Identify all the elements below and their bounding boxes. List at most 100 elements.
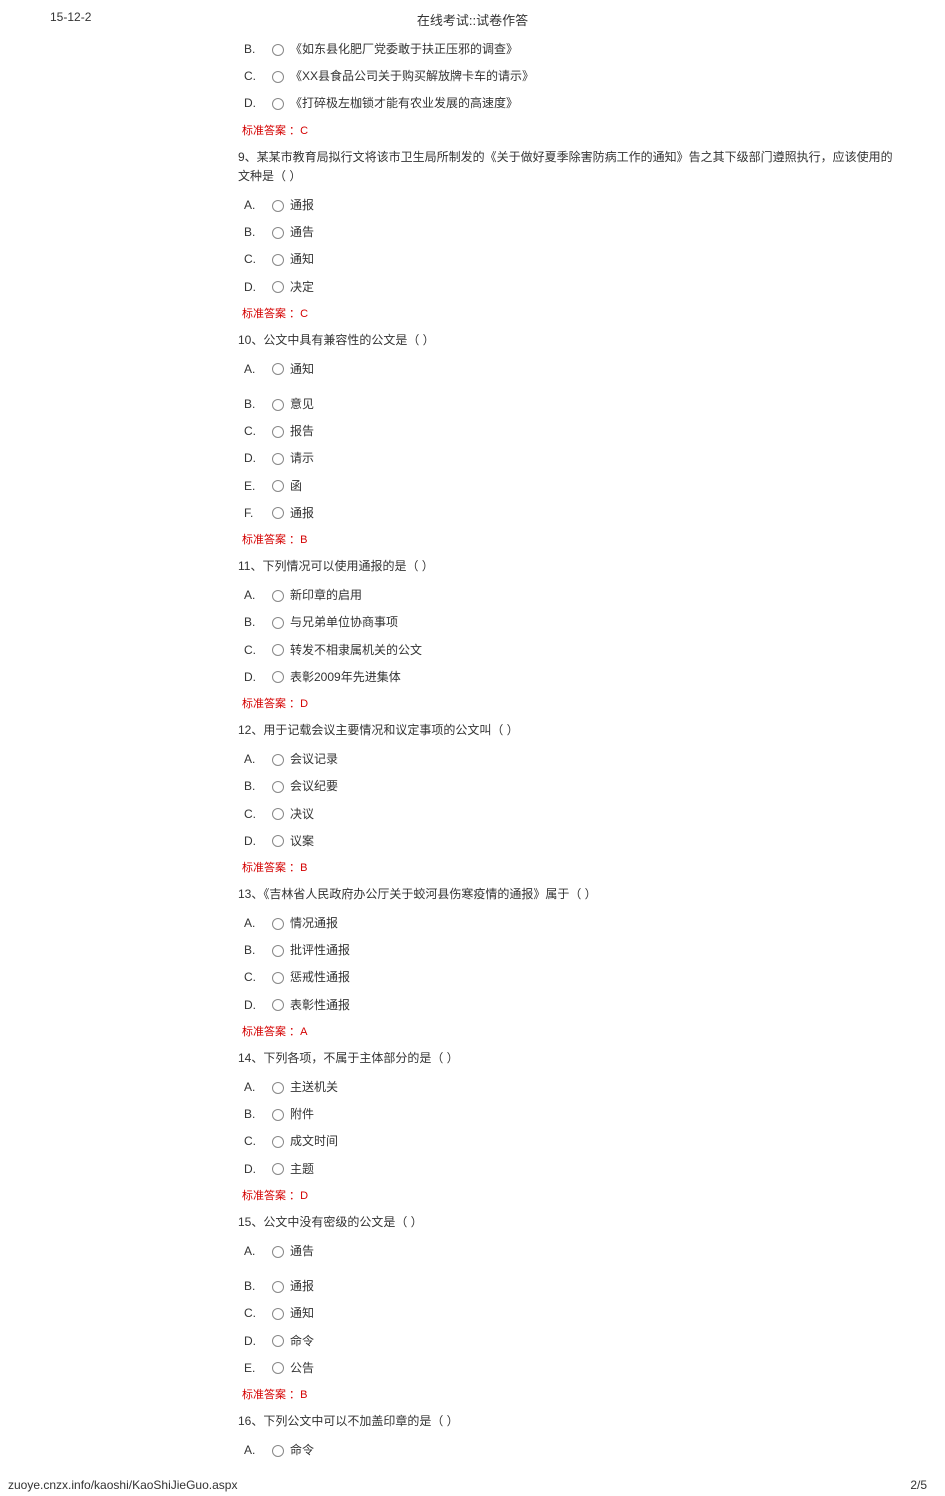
- page-title: 在线考试::试卷作答: [417, 10, 528, 29]
- option-row: C. 转发不相隶属机关的公文: [238, 637, 895, 664]
- option-radio[interactable]: [272, 98, 284, 110]
- option-radio[interactable]: [272, 200, 284, 212]
- standard-answer: 标准答案 ：C: [238, 305, 895, 321]
- question-16-options-partial: A. 命令: [238, 1437, 895, 1464]
- question-10-options: A.通知 B.意见 C.报告 D.请示 E.函 F.通报: [238, 356, 895, 527]
- option-text: 转发不相隶属机关的公文: [290, 641, 422, 660]
- option-text: 表彰性通报: [290, 996, 350, 1015]
- option-radio[interactable]: [272, 808, 284, 820]
- option-radio[interactable]: [272, 590, 284, 602]
- option-radio[interactable]: [272, 671, 284, 683]
- option-text: 通报: [290, 504, 314, 523]
- option-row: B.会议纪要: [238, 773, 895, 800]
- option-row: D.决定: [238, 274, 895, 301]
- option-text: 通报: [290, 196, 314, 215]
- option-letter: B.: [238, 941, 270, 960]
- option-letter: C.: [238, 641, 270, 660]
- option-radio[interactable]: [272, 1163, 284, 1175]
- option-row: D. 请示: [238, 445, 895, 472]
- option-letter: C.: [238, 250, 270, 269]
- option-text: 成文时间: [290, 1132, 338, 1151]
- option-radio[interactable]: [272, 781, 284, 793]
- spacer: [238, 1265, 895, 1273]
- option-text: 命令: [290, 1441, 314, 1460]
- option-text: 主题: [290, 1160, 314, 1179]
- question-13-options: A.情况通报 B.批评性通报 C.惩戒性通报 D.表彰性通报: [238, 910, 895, 1019]
- option-row: E. 函: [238, 473, 895, 500]
- option-row: A. 会议记录: [238, 746, 895, 773]
- option-letter: B.: [238, 1277, 270, 1296]
- option-letter: B.: [238, 223, 270, 242]
- option-radio[interactable]: [272, 426, 284, 438]
- option-letter: D.: [238, 1160, 270, 1179]
- option-radio[interactable]: [272, 1445, 284, 1457]
- option-radio[interactable]: [272, 918, 284, 930]
- option-radio[interactable]: [272, 363, 284, 375]
- option-text: 函: [290, 477, 302, 496]
- standard-answer: 标准答案 ：A: [238, 1023, 895, 1039]
- option-letter: D.: [238, 832, 270, 851]
- option-text: 会议记录: [290, 750, 338, 769]
- option-row: A.情况通报: [238, 910, 895, 937]
- option-letter: A.: [238, 196, 270, 215]
- option-row: A.通知: [238, 356, 895, 383]
- option-text: 请示: [290, 449, 314, 468]
- option-text: 新印章的启用: [290, 586, 362, 605]
- option-text: 决定: [290, 278, 314, 297]
- option-row: D.表彰性通报: [238, 992, 895, 1019]
- option-radio[interactable]: [272, 44, 284, 56]
- option-text: 批评性通报: [290, 941, 350, 960]
- option-row: B.通告: [238, 219, 895, 246]
- option-row: A.主送机关: [238, 1074, 895, 1101]
- option-radio[interactable]: [272, 480, 284, 492]
- question-14-options: A.主送机关 B.附件 C.成文时间 D.主题: [238, 1074, 895, 1183]
- option-text: 通知: [290, 250, 314, 269]
- option-row: D.命令: [238, 1328, 895, 1355]
- option-radio[interactable]: [272, 1362, 284, 1374]
- option-radio[interactable]: [272, 1082, 284, 1094]
- option-letter: B.: [238, 395, 270, 414]
- option-radio[interactable]: [272, 1281, 284, 1293]
- option-radio[interactable]: [272, 227, 284, 239]
- option-letter: A.: [238, 360, 270, 379]
- option-radio[interactable]: [272, 835, 284, 847]
- question-10-stem: 10、公文中具有兼容性的公文是（ ）: [238, 331, 895, 350]
- option-radio[interactable]: [272, 617, 284, 629]
- question-14-stem: 14、下列各项，不属于主体部分的是（ ）: [238, 1049, 895, 1068]
- option-row: B.通报: [238, 1273, 895, 1300]
- option-radio[interactable]: [272, 254, 284, 266]
- option-radio[interactable]: [272, 945, 284, 957]
- option-letter: D.: [238, 449, 270, 468]
- option-letter: B.: [238, 1105, 270, 1124]
- option-letter: A.: [238, 750, 270, 769]
- option-row: C.通知: [238, 1300, 895, 1327]
- option-text: 《打碎极左枷锁才能有农业发展的高速度》: [290, 94, 518, 113]
- option-text: 惩戒性通报: [290, 968, 350, 987]
- option-letter: E.: [238, 477, 270, 496]
- option-row: F.通报: [238, 500, 895, 527]
- page-header: 15-12-2 在线考试::试卷作答: [0, 0, 945, 30]
- option-radio[interactable]: [272, 71, 284, 83]
- option-radio[interactable]: [272, 972, 284, 984]
- option-radio[interactable]: [272, 507, 284, 519]
- option-radio[interactable]: [272, 754, 284, 766]
- question-15-options: A.通告 B.通报 C.通知 D.命令 E.公告: [238, 1238, 895, 1382]
- page-footer: zuoye.cnzx.info/kaoshi/KaoShiJieGuo.aspx…: [0, 1472, 945, 1496]
- option-letter: D.: [238, 94, 270, 113]
- option-radio[interactable]: [272, 1246, 284, 1258]
- option-row: B.意见: [238, 391, 895, 418]
- option-radio[interactable]: [272, 999, 284, 1011]
- option-letter: A.: [238, 1441, 270, 1460]
- question-13-stem: 13、《吉林省人民政府办公厅关于蛟河县伤寒疫情的通报》属于（ ）: [238, 885, 895, 904]
- question-12-options: A.会议记录 B.会议纪要 C.决议 D.议案: [238, 746, 895, 855]
- option-text: 公告: [290, 1359, 314, 1378]
- option-radio[interactable]: [272, 1109, 284, 1121]
- option-radio[interactable]: [272, 644, 284, 656]
- option-radio[interactable]: [272, 399, 284, 411]
- option-radio[interactable]: [272, 1136, 284, 1148]
- option-radio[interactable]: [272, 453, 284, 465]
- option-radio[interactable]: [272, 281, 284, 293]
- option-row: B.与兄弟单位协商事项: [238, 609, 895, 636]
- option-letter: C.: [238, 805, 270, 824]
- option-radio[interactable]: [272, 1308, 284, 1320]
